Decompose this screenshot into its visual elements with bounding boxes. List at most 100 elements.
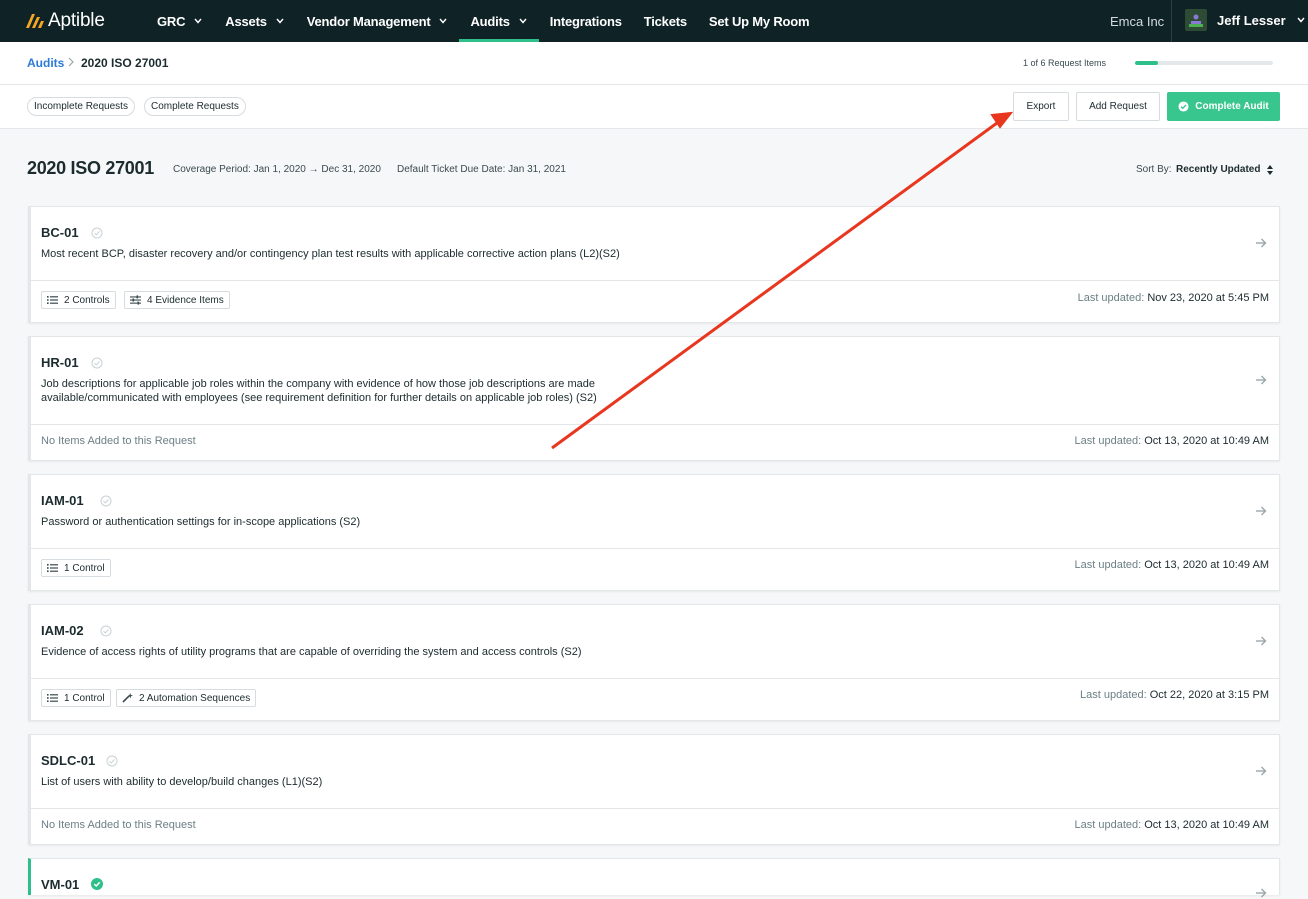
breadcrumb-audits-link[interactable]: Audits [27, 56, 64, 70]
avatar [1185, 9, 1207, 31]
filter-complete-requests[interactable]: Complete Requests [144, 97, 246, 116]
complete-audit-label: Complete Audit [1195, 101, 1269, 112]
org-name[interactable]: Emca Inc [1110, 0, 1164, 42]
sort-label: Sort By: [1136, 164, 1172, 175]
empty-request-note: No Items Added to this Request [41, 435, 196, 447]
chevron-down-icon [194, 18, 202, 24]
chevron-down-icon [276, 18, 284, 24]
breadcrumb: Audits 2020 ISO 27001 [0, 42, 1308, 85]
arrow-right-icon[interactable] [1255, 635, 1267, 647]
arrow-right-icon[interactable] [1255, 374, 1267, 386]
nav-item-tickets[interactable]: Tickets [633, 0, 698, 42]
nav-label: Vendor Management [306, 13, 431, 29]
check-circle-icon [1178, 101, 1189, 112]
nav-label: Integrations [549, 13, 622, 29]
complete-audit-button[interactable]: Complete Audit [1167, 92, 1280, 121]
sort-arrows-icon[interactable] [1266, 164, 1274, 176]
check-circle-outline-icon [100, 625, 112, 637]
progress-bar [1135, 61, 1273, 65]
sliders-icon [130, 295, 141, 305]
avatar-icon [1189, 14, 1203, 27]
aptible-logo[interactable]: Aptible [26, 10, 126, 32]
request-description: Password or authentication settings for … [41, 516, 361, 528]
check-circle-outline-icon [91, 227, 103, 239]
controls-tag[interactable]: 1 Control [41, 559, 111, 577]
nav-item-grc[interactable]: GRC [146, 0, 214, 42]
request-id: VM-01 [41, 877, 80, 892]
user-menu[interactable]: Jeff Lesser [1185, 9, 1306, 31]
card-divider [31, 548, 1280, 549]
last-updated-value: Oct 13, 2020 at 10:49 AM [1144, 819, 1269, 831]
automation-sequences-tag[interactable]: 2 Automation Sequences [116, 689, 257, 707]
last-updated: Last updated: Nov 23, 2020 at 5:45 PM [1078, 292, 1269, 304]
check-circle-outline-icon [100, 495, 112, 507]
logo-text: Aptible [48, 10, 105, 31]
check-circle-outline-icon [91, 357, 103, 369]
last-updated-label: Last updated: [1077, 292, 1145, 304]
filter-incomplete-requests[interactable]: Incomplete Requests [27, 97, 135, 116]
breadcrumb-current: 2020 ISO 27001 [81, 56, 169, 70]
request-card-iam-01[interactable]: IAM-01 Password or authentication settin… [28, 474, 1280, 591]
tag-label: 1 Control [64, 562, 105, 574]
nav-item-set-up-my-room[interactable]: Set Up My Room [698, 0, 820, 42]
request-id: HR-01 [41, 355, 79, 370]
request-description: Evidence of access rights of utility pro… [41, 646, 582, 658]
page-title: 2020 ISO 27001 [27, 158, 154, 178]
request-id: SDLC-01 [41, 753, 96, 768]
list-icon [47, 296, 58, 304]
nav-label: Tickets [643, 13, 687, 29]
last-updated: Last updated: Oct 13, 2020 at 10:49 AM [1075, 559, 1269, 571]
tag-label: 2 Controls [64, 294, 110, 306]
last-updated: Last updated: Oct 13, 2020 at 10:49 AM [1075, 435, 1269, 447]
wand-icon [122, 693, 133, 703]
chevron-down-icon [439, 18, 448, 24]
card-divider [31, 808, 1280, 809]
request-card-iam-02[interactable]: IAM-02 Evidence of access rights of util… [28, 604, 1280, 721]
request-card-vm-01[interactable]: VM-01 [28, 858, 1280, 898]
arrow-right-icon[interactable] [1255, 887, 1267, 899]
empty-request-note: No Items Added to this Request [41, 819, 196, 831]
controls-tag[interactable]: 2 Controls [41, 291, 116, 309]
nav-item-assets[interactable]: Assets [214, 0, 295, 42]
default-due-date: Default Ticket Due Date: Jan 31, 2021 [397, 164, 566, 175]
last-updated-value: Oct 13, 2020 at 10:49 AM [1144, 559, 1269, 571]
chevron-down-icon [519, 18, 527, 24]
chevron-right-icon [68, 57, 74, 67]
nav-divider [1171, 0, 1172, 42]
tag-label: 2 Automation Sequences [139, 692, 251, 704]
list-icon [47, 564, 58, 572]
nav-label: GRC [157, 13, 186, 29]
card-divider [31, 280, 1280, 281]
nav-item-integrations[interactable]: Integrations [539, 0, 633, 42]
tag-label: 4 Evidence Items [147, 294, 224, 306]
request-card-bc-01[interactable]: BC-01 Most recent BCP, disaster recovery… [28, 206, 1280, 323]
nav-item-audits[interactable]: Audits [459, 0, 539, 42]
coverage-period: Coverage Period: Jan 1, 2020 → Dec 31, 2… [173, 164, 381, 175]
nav-item-vendor-management[interactable]: Vendor Management [296, 0, 460, 42]
progress-text: 1 of 6 Request Items [1023, 58, 1107, 68]
evidence-items-tag[interactable]: 4 Evidence Items [124, 291, 230, 309]
last-updated-label: Last updated: [1074, 435, 1142, 447]
request-description: Most recent BCP, disaster recovery and/o… [41, 248, 620, 260]
progress-fill [1135, 61, 1159, 65]
request-description: List of users with ability to develop/bu… [41, 776, 323, 788]
controls-tag[interactable]: 1 Control [41, 689, 111, 707]
request-card-hr-01[interactable]: HR-01 Job descriptions for applicable jo… [28, 336, 1280, 461]
last-updated-label: Last updated: [1074, 819, 1142, 831]
arrow-right-icon[interactable] [1255, 765, 1267, 777]
aptible-logo-icon [26, 14, 44, 28]
nav-menu: GRC Assets Vendor Management Audits Inte… [146, 0, 820, 42]
request-card-sdlc-01[interactable]: SDLC-01 List of users with ability to de… [28, 734, 1280, 845]
last-updated-value: Nov 23, 2020 at 5:45 PM [1147, 292, 1269, 304]
card-divider [31, 424, 1280, 425]
list-icon [47, 694, 58, 702]
export-button[interactable]: Export [1013, 92, 1069, 121]
check-circle-outline-icon [106, 755, 118, 767]
chevron-down-icon [1297, 17, 1305, 23]
arrow-right-icon[interactable] [1255, 505, 1267, 517]
add-request-button[interactable]: Add Request [1076, 92, 1160, 121]
sort-select[interactable]: Recently Updated [1176, 164, 1260, 175]
arrow-right-icon[interactable] [1255, 237, 1267, 249]
request-id: BC-01 [41, 225, 79, 240]
last-updated: Last updated: Oct 22, 2020 at 3:15 PM [1080, 689, 1269, 701]
